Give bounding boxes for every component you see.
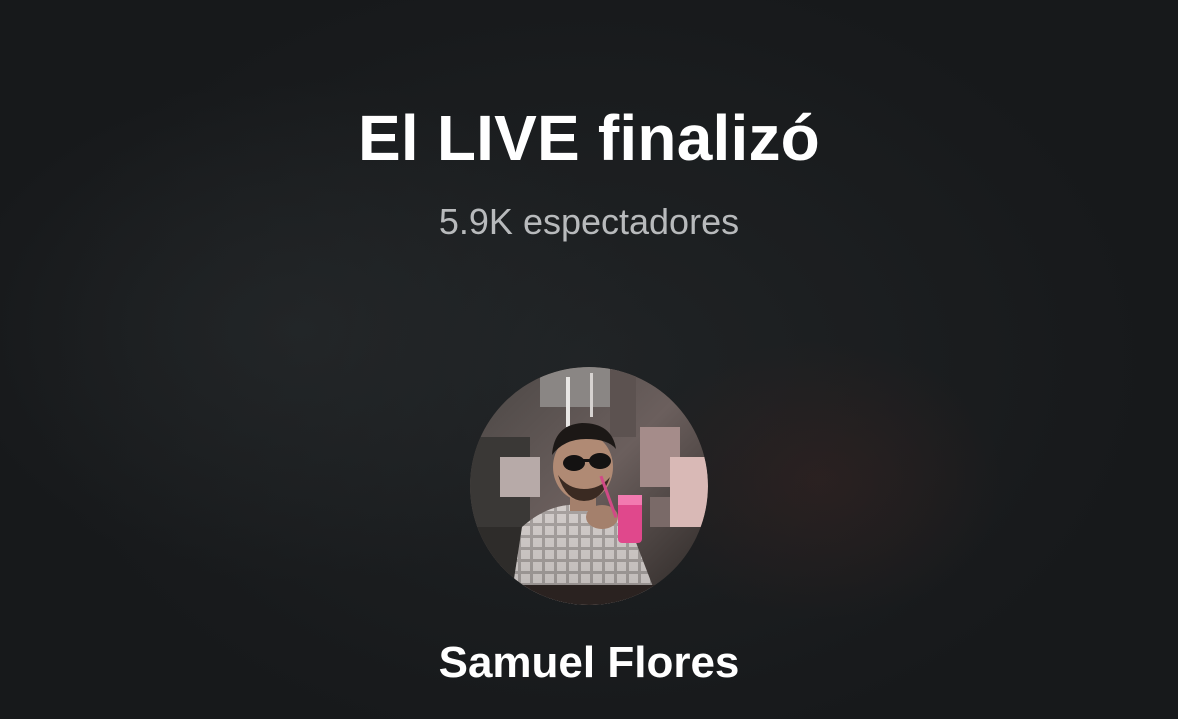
avatar-photo-icon xyxy=(470,367,708,605)
host-name[interactable]: Samuel Flores xyxy=(0,636,1178,690)
viewer-count: 5.9K espectadores xyxy=(438,201,740,242)
host-avatar[interactable] xyxy=(470,367,708,605)
live-ended-title: El LIVE finalizó xyxy=(358,102,820,174)
live-ended-screen: El LIVE finalizó 5.9K espectadores Samue… xyxy=(0,0,1178,719)
